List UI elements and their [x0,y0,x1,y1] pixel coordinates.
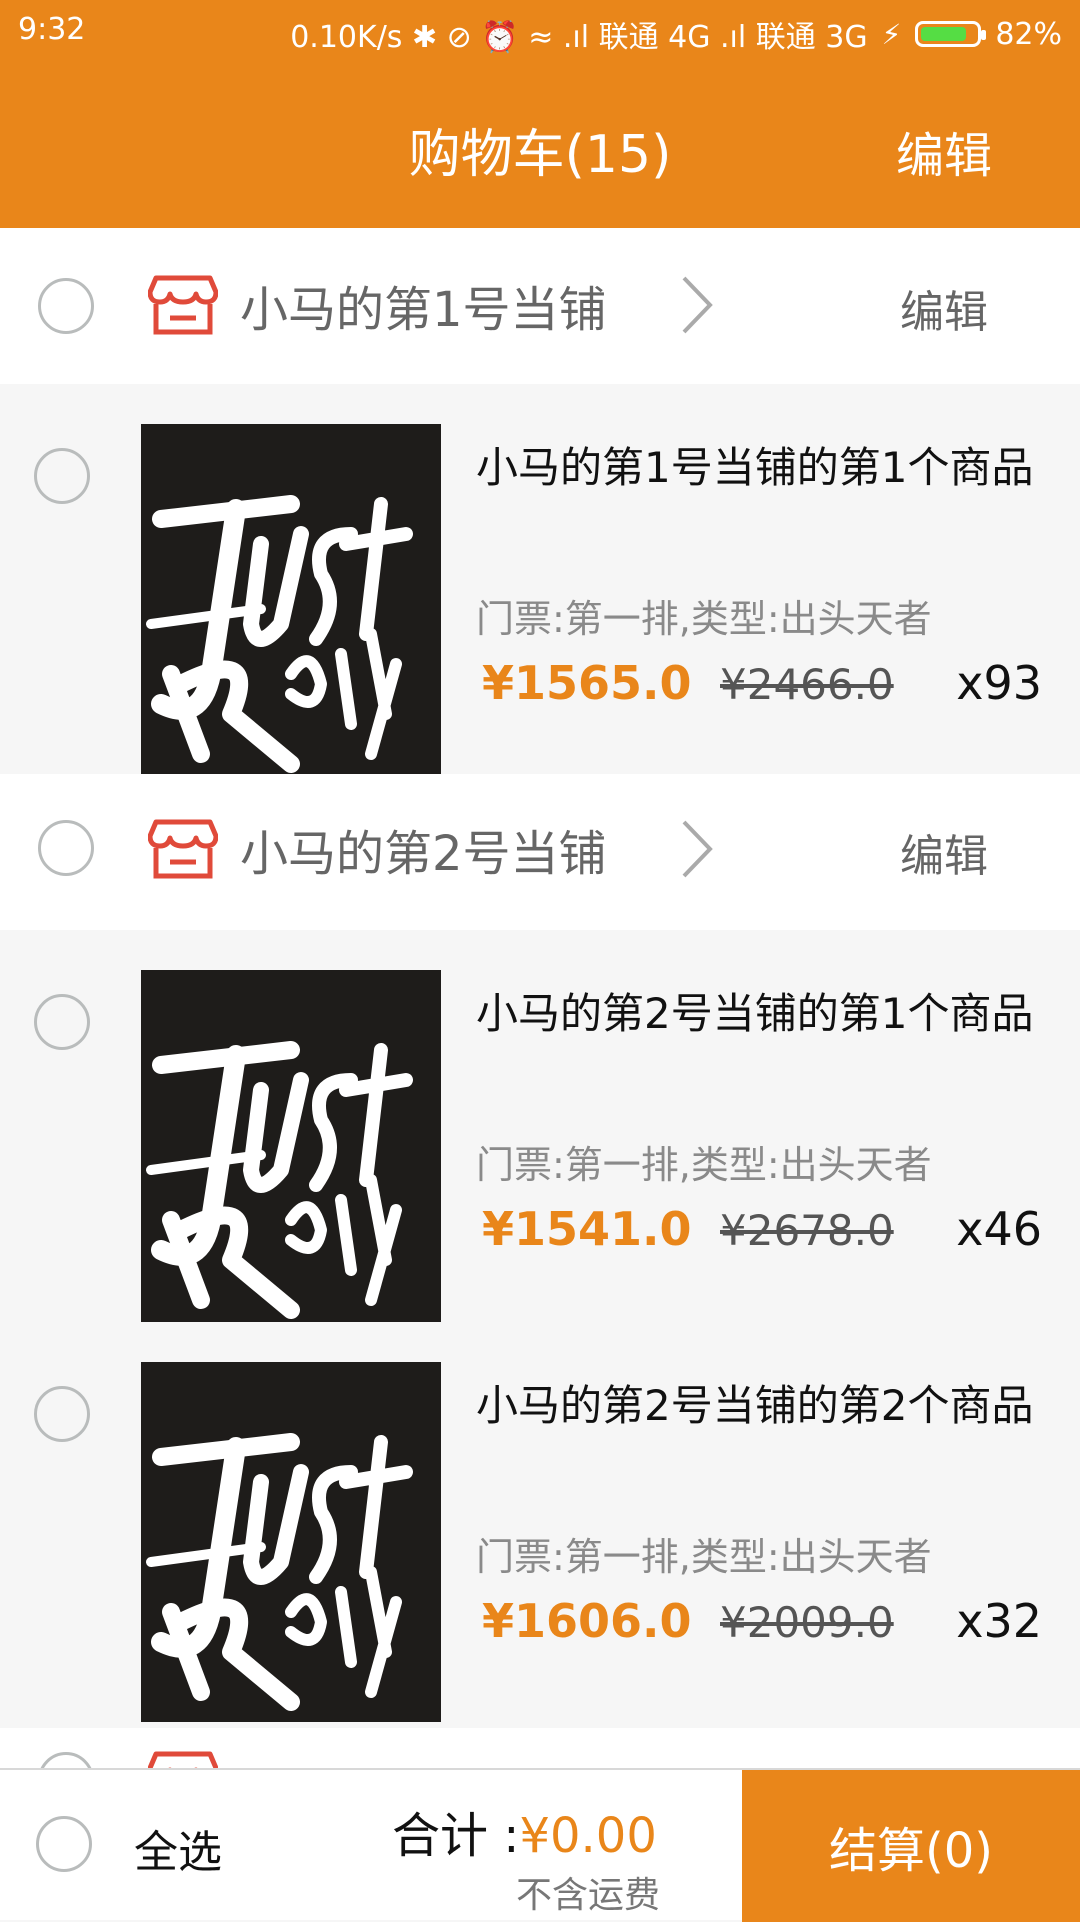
edit-cart-button[interactable]: 编辑 [896,116,992,186]
shop-edit-button[interactable]: 编辑 [900,820,988,884]
item-original-price: ¥2678.0 [720,1206,894,1255]
shop-select-radio[interactable] [38,278,94,334]
cart-list[interactable]: 小马的第1号当铺 编辑 小马的第1号当铺的第1个商品 门票:第一排,类型:出头天… [0,228,1080,1768]
select-all-label[interactable]: 全选 [134,1816,222,1880]
cart-item[interactable]: 小马的第2号当铺的第2个商品 门票:第一排,类型:出头天者 ¥1606.0 ¥2… [0,1322,1080,1722]
status-bar: 9:32 0.10K/s ✱ ⊘ ⏰ ≈ .ıl 联通 4G .ıl 联通 3G… [0,0,1080,62]
shop-name[interactable]: 小马的第1号当铺 [240,270,607,340]
item-quantity: x93 [956,656,1042,710]
total-amount: ¥0.00 [519,1808,657,1864]
shop-icon [148,275,218,335]
item-title[interactable]: 小马的第1号当铺的第1个商品 [476,434,1033,495]
battery-percent: 82% [995,16,1062,52]
item-spec: 门票:第一排,类型:出头天者 [476,1535,932,1579]
battery-icon [915,21,987,47]
product-image[interactable] [141,424,441,784]
item-select-radio[interactable] [34,1386,90,1442]
shop-select-radio[interactable] [38,1752,94,1768]
title-bar: 购物车(15) 编辑 [0,62,1080,228]
chevron-right-icon[interactable] [680,818,716,880]
item-title[interactable]: 小马的第2号当铺的第2个商品 [476,1372,1033,1433]
item-original-price: ¥2466.0 [720,660,894,709]
shop-header-partial[interactable] [0,1728,1080,1768]
item-price: ¥1606.0 [482,1594,692,1648]
product-image[interactable] [141,1362,441,1722]
item-price: ¥1541.0 [482,1202,692,1256]
status-indicators: 0.10K/s ✱ ⊘ ⏰ ≈ .ıl 联通 4G .ıl 联通 3G [290,20,868,55]
total-price: 合计 :¥0.00 [392,1796,657,1866]
status-right: 0.10K/s ✱ ⊘ ⏰ ≈ .ıl 联通 4G .ıl 联通 3G ⚡ 82… [290,12,1062,56]
freight-note: 不含运费 [516,1875,661,1916]
select-all-radio[interactable] [36,1816,92,1872]
shop-icon [148,819,218,879]
shop-header[interactable]: 小马的第2号当铺 编辑 [0,774,1080,930]
item-original-price: ¥2009.0 [720,1598,894,1647]
shop-icon [148,1751,218,1768]
charging-icon: ⚡ [881,17,902,51]
item-select-radio[interactable] [34,994,90,1050]
total-label: 合计 : [392,1808,520,1864]
item-quantity: x32 [956,1594,1042,1648]
status-time: 9:32 [18,12,86,47]
item-quantity: x46 [956,1202,1042,1256]
cart-item[interactable]: 小马的第2号当铺的第1个商品 门票:第一排,类型:出头天者 ¥1541.0 ¥2… [0,930,1080,1330]
shop-edit-button[interactable]: 编辑 [900,276,988,340]
product-image[interactable] [141,970,441,1330]
checkout-button[interactable]: 结算(0) [742,1770,1080,1922]
item-select-radio[interactable] [34,448,90,504]
item-title[interactable]: 小马的第2号当铺的第1个商品 [476,980,1033,1041]
item-spec: 门票:第一排,类型:出头天者 [476,597,932,641]
item-spec: 门票:第一排,类型:出头天者 [476,1143,932,1187]
cart-item[interactable]: 小马的第1号当铺的第1个商品 门票:第一排,类型:出头天者 ¥1565.0 ¥2… [0,384,1080,784]
shop-name[interactable]: 小马的第2号当铺 [240,814,607,884]
shop-select-radio[interactable] [38,820,94,876]
shop-header[interactable]: 小马的第1号当铺 编辑 [0,228,1080,384]
chevron-right-icon[interactable] [680,274,716,336]
item-price: ¥1565.0 [482,656,692,710]
checkout-bar: 全选 合计 :¥0.00 不含运费 结算(0) [0,1768,1080,1922]
